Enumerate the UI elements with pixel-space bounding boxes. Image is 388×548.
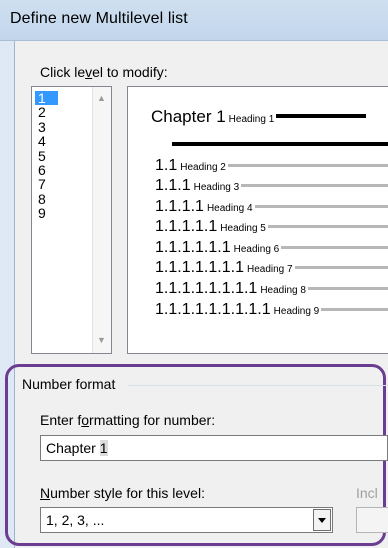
preview-heading: Heading 9: [273, 306, 320, 317]
preview-rule: [276, 114, 367, 118]
scroll-up-arrow-icon[interactable]: ▲: [96, 93, 107, 103]
level-listbox[interactable]: 1 2 3 4 5 6 7 8 9 ▲ ▼: [31, 86, 112, 354]
preview-number: 1.1.1.1.1.1.1: [155, 259, 244, 276]
preview-number: 1.1.1.1.1.1.1.1: [155, 280, 258, 297]
scroll-down-arrow-icon[interactable]: ▼: [96, 335, 107, 345]
preview-heading: Heading 6: [233, 244, 280, 255]
preview-rule: [254, 205, 388, 208]
level-item[interactable]: 3: [35, 119, 91, 134]
number-style-select[interactable]: 1, 2, 3, ...: [40, 507, 333, 533]
level-item[interactable]: 1: [35, 91, 58, 105]
preview-number: Chapter 1: [151, 107, 226, 126]
preview-heading: Heading 8: [260, 285, 306, 296]
level-item[interactable]: 8: [35, 191, 91, 206]
preview-level-3: 1.1.1 Heading 3: [155, 177, 388, 195]
preview-number: 1.1.1.1: [155, 198, 204, 215]
preview-level-5: 1.1.1.1.1 Heading 5: [155, 218, 388, 236]
level-scrollbar[interactable]: ▲ ▼: [92, 87, 111, 353]
preview-level-2: 1.1 Heading 2: [155, 157, 388, 175]
level-item[interactable]: 5: [35, 148, 91, 163]
preview-level-9: 1.1.1.1.1.1.1.1.1 Heading 9: [155, 301, 388, 319]
preview-rule: [227, 164, 388, 167]
format-field: 1: [99, 440, 108, 456]
format-text: Chapter: [46, 440, 100, 456]
level-item[interactable]: 4: [35, 134, 91, 149]
preview-level-8: 1.1.1.1.1.1.1.1 Heading 8: [155, 280, 388, 298]
preview-number: 1.1.1.1.1.1: [155, 239, 231, 256]
preview-rule: [294, 266, 388, 269]
click-level-label: Click level to modify:: [40, 64, 168, 80]
number-format-input[interactable]: Chapter 1: [40, 435, 388, 461]
group-divider: [128, 385, 388, 386]
preview-level-6: 1.1.1.1.1.1 Heading 6: [155, 239, 388, 257]
preview-heading: Heading 5: [220, 223, 266, 234]
include-level-label: Incl: [356, 485, 378, 501]
preview-rule: [307, 287, 388, 290]
preview-heading: Heading 3: [193, 182, 240, 193]
preview-number: 1.1: [155, 157, 178, 174]
window-title: Define new Multilevel list: [10, 10, 188, 27]
preview-number: 1.1.1: [155, 177, 191, 194]
number-style-label: Number style for this level:: [40, 485, 205, 501]
level-item[interactable]: 9: [35, 206, 91, 221]
preview-number: 1.1.1.1.1: [155, 218, 218, 235]
title-bar: Define new Multilevel list: [0, 0, 388, 41]
chevron-down-icon[interactable]: [313, 509, 331, 531]
preview-heading: Heading 1: [228, 114, 275, 125]
number-format-group-label: Number format: [22, 376, 116, 392]
level-items: 1 2 3 4 5 6 7 8 9: [35, 91, 91, 221]
preview-rule: [281, 246, 388, 249]
preview-number: 1.1.1.1.1.1.1.1.1: [155, 301, 271, 318]
preview-level-1: Chapter 1 Heading 1: [151, 107, 367, 127]
include-level-select: [356, 507, 388, 533]
preview-heading: Heading 4: [206, 203, 253, 214]
level-item[interactable]: 6: [35, 163, 91, 178]
preview-rule: [241, 184, 388, 187]
preview-heading: Heading 7: [246, 264, 293, 275]
preview-heading: Heading 2: [180, 162, 226, 173]
preview-rule: [267, 225, 388, 228]
level-preview[interactable]: Chapter 1 Heading 1 1.1 Heading 2 1.1.1 …: [127, 86, 388, 354]
preview-rule-black: [172, 142, 388, 146]
preview-rule: [321, 308, 388, 311]
enter-formatting-label: Enter formatting for number:: [40, 412, 216, 428]
number-style-value: 1, 2, 3, ...: [46, 512, 105, 528]
level-item[interactable]: 7: [35, 177, 91, 192]
level-item[interactable]: 2: [35, 105, 91, 120]
preview-level-7: 1.1.1.1.1.1.1 Heading 7: [155, 259, 388, 277]
preview-level-4: 1.1.1.1 Heading 4: [155, 198, 388, 216]
